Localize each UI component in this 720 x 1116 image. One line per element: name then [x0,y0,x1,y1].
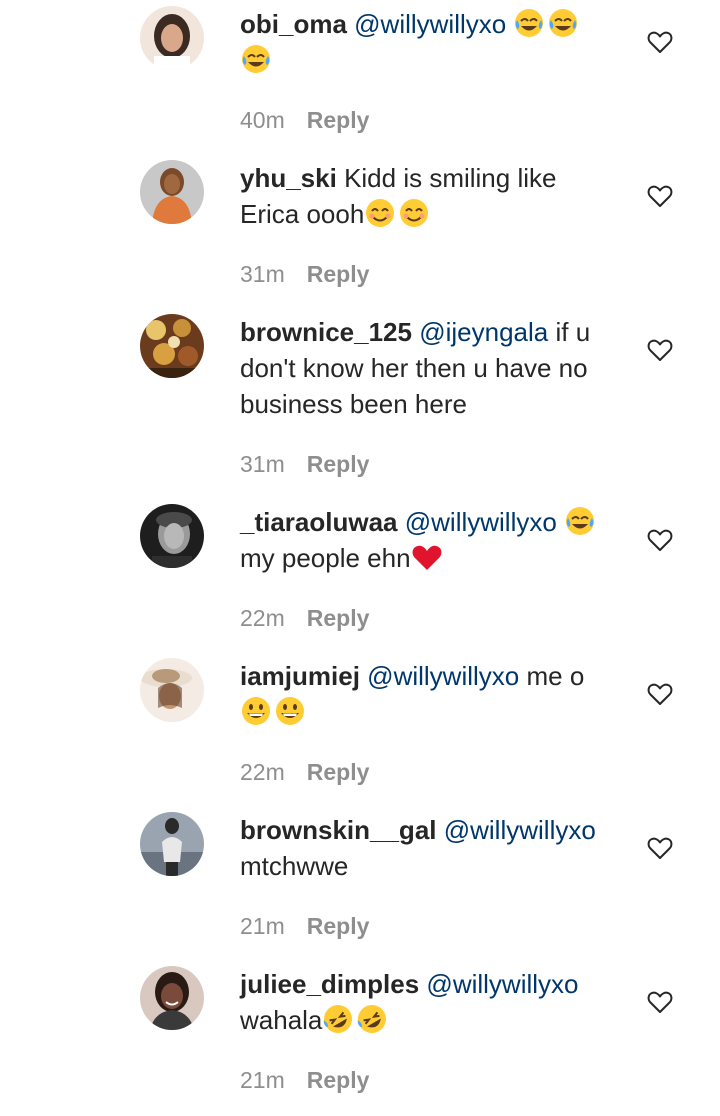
emoji-tears-of-joy [564,507,598,537]
comment-meta: 21m Reply [240,1066,369,1094]
comment-meta: 22m Reply [240,758,369,786]
comment-timestamp: 31m [240,451,285,477]
avatar-image [140,812,204,876]
comment-text: obi_oma @willywillyxo [240,6,620,78]
comment-timestamp: 40m [240,107,285,133]
comment-meta: 22m Reply [240,604,369,632]
reply-button[interactable]: Reply [307,451,370,477]
comment-timestamp: 21m [240,1067,285,1093]
reply-button[interactable]: Reply [307,605,370,631]
emoji-smiling-eyes [364,199,398,229]
comment-text: iamjumiej @willywillyxo me o [240,658,620,730]
avatar-image [140,658,204,722]
heart-outline-icon[interactable] [646,834,674,862]
avatar-image [140,6,204,70]
comment-body: my people ehn [240,543,411,573]
heart-outline-icon[interactable] [646,526,674,554]
comment-mention[interactable]: @willywillyxo [354,9,506,39]
comment-body: don't know her then u have no [240,353,588,383]
emoji-tears-of-joy [240,45,274,75]
emoji-grinning [274,697,308,727]
reply-button[interactable]: Reply [307,261,370,287]
comment-item: yhu_ski Kidd is smiling like Erica oooh … [0,160,720,310]
comment-item: obi_oma @willywillyxo 40m Reply [0,6,720,156]
emoji-red-heart [411,543,445,573]
avatar-image [140,160,204,224]
avatar[interactable] [140,314,204,378]
comment-username[interactable]: iamjumiej [240,661,360,691]
comment-username[interactable]: brownice_125 [240,317,412,347]
avatar[interactable] [140,6,204,70]
comment-body: me o [526,661,585,691]
comment-meta: 31m Reply [240,450,369,478]
comment-mention[interactable]: @willywillyxo [444,815,596,845]
comment-timestamp: 21m [240,913,285,939]
heart-outline-icon[interactable] [646,336,674,364]
comment-body: mtchwwe [240,851,349,881]
comment-mention[interactable]: @ijeyngala [419,317,548,347]
avatar[interactable] [140,658,204,722]
comment-text: brownice_125 @ijeyngala if u don't know … [240,314,620,422]
comment-body: wahala [240,1005,323,1035]
comment-text: brownskin__gal @willywillyxo mtchwwe [240,812,620,884]
comment-body: if u [555,317,591,347]
emoji-rolling-laughing [356,1005,390,1035]
comment-item: brownskin__gal @willywillyxo mtchwwe 21m… [0,812,720,962]
comment-body: Kidd is smiling like [344,163,557,193]
comment-meta: 31m Reply [240,260,369,288]
comment-item: brownice_125 @ijeyngala if u don't know … [0,314,720,484]
heart-outline-icon[interactable] [646,182,674,210]
emoji-smiling-eyes [398,199,432,229]
avatar[interactable] [140,504,204,568]
comment-mention[interactable]: @willywillyxo [367,661,519,691]
comment-timestamp: 22m [240,759,285,785]
avatar[interactable] [140,812,204,876]
avatar-image [140,504,204,568]
comment-item: _tiaraoluwaa @willywillyxo my people ehn… [0,504,720,654]
heart-outline-icon[interactable] [646,988,674,1016]
reply-button[interactable]: Reply [307,913,370,939]
comment-username[interactable]: juliee_dimples [240,969,419,999]
comment-body: business been here [240,389,467,419]
reply-button[interactable]: Reply [307,1067,370,1093]
reply-button[interactable]: Reply [307,759,370,785]
comment-username[interactable]: obi_oma [240,9,347,39]
emoji-tears-of-joy [513,9,547,39]
comment-timestamp: 31m [240,261,285,287]
heart-outline-icon[interactable] [646,28,674,56]
comment-body: Erica oooh [240,199,365,229]
comment-text: _tiaraoluwaa @willywillyxo my people ehn [240,504,620,576]
comment-mention[interactable]: @willywillyxo [426,969,578,999]
avatar[interactable] [140,966,204,1030]
comment-item: iamjumiej @willywillyxo me o 22m Reply [0,658,720,808]
comment-meta: 40m Reply [240,106,369,134]
comment-meta: 21m Reply [240,912,369,940]
comment-text: yhu_ski Kidd is smiling like Erica oooh [240,160,620,232]
comment-username[interactable]: brownskin__gal [240,815,437,845]
comment-item: juliee_dimples @willywillyxo wahala 21m R… [0,966,720,1116]
heart-outline-icon[interactable] [646,680,674,708]
comment-mention[interactable]: @willywillyxo [405,507,557,537]
comment-username[interactable]: _tiaraoluwaa [240,507,398,537]
comment-text: juliee_dimples @willywillyxo wahala [240,966,620,1038]
avatar-image [140,314,204,378]
emoji-rolling-laughing [322,1005,356,1035]
emoji-grinning [240,697,274,727]
avatar-image [140,966,204,1030]
comment-timestamp: 22m [240,605,285,631]
avatar[interactable] [140,160,204,224]
emoji-tears-of-joy [547,9,581,39]
reply-button[interactable]: Reply [307,107,370,133]
comment-username[interactable]: yhu_ski [240,163,337,193]
